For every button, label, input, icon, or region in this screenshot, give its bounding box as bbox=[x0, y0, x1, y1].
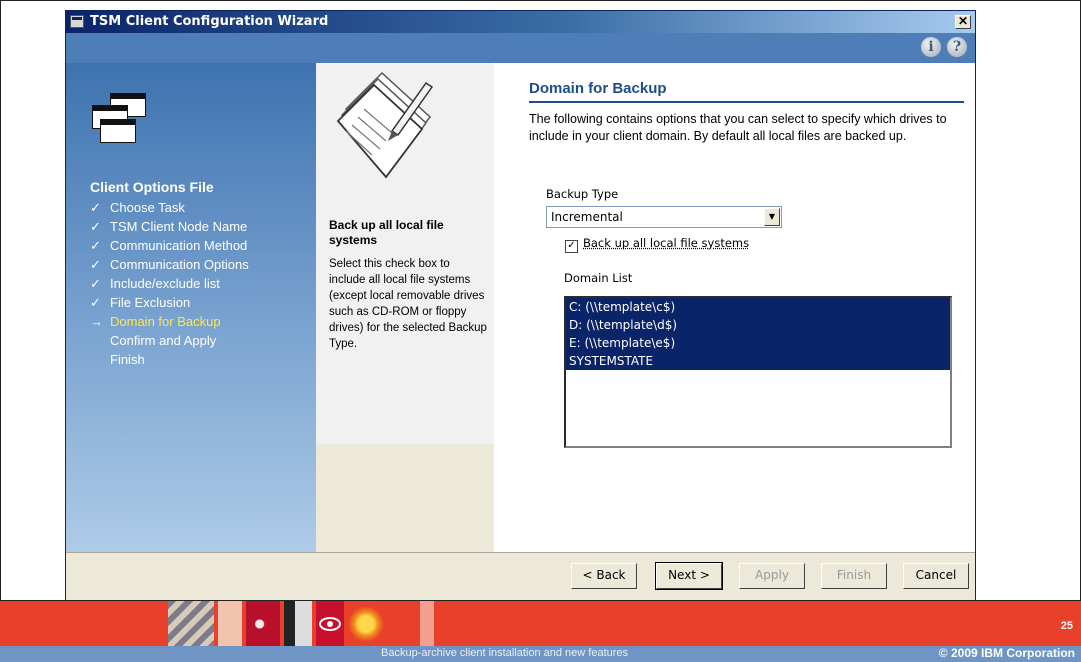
help-pane: Back up all local file systems Select th… bbox=[316, 63, 494, 444]
checkbox-label: Back up all local file systems bbox=[583, 236, 750, 250]
chevron-down-icon[interactable]: ▼ bbox=[764, 208, 780, 226]
footer-caption-bar: Backup-archive client installation and n… bbox=[0, 646, 1081, 662]
footer-image-tile bbox=[218, 601, 242, 647]
check-icon: ✓ bbox=[90, 295, 101, 310]
slide-number: 25 bbox=[1060, 620, 1073, 632]
checkbox-box[interactable]: ✓ bbox=[565, 240, 578, 253]
copyright: © 2009 IBM Corporation bbox=[938, 646, 1075, 660]
backup-type-value: Incremental bbox=[551, 210, 623, 224]
eye-icon bbox=[319, 617, 341, 631]
footer-band: 25 bbox=[0, 600, 1081, 647]
document-pencil-icon bbox=[336, 71, 434, 179]
title-divider bbox=[529, 101, 964, 103]
apply-button[interactable]: Apply bbox=[739, 563, 805, 589]
check-icon: ✓ bbox=[90, 238, 101, 253]
step-finish: Finish bbox=[110, 352, 145, 367]
check-icon: ✓ bbox=[90, 200, 101, 215]
step-communication-method: ✓ Communication Method bbox=[90, 238, 248, 253]
step-communication-options: ✓ Communication Options bbox=[90, 257, 249, 272]
intro-text: The following contains options that you … bbox=[529, 112, 947, 143]
backup-all-checkbox[interactable]: ✓ Back up all local file systems bbox=[565, 236, 749, 253]
list-item[interactable]: E: (\\template\e$) bbox=[566, 334, 950, 352]
step-node-name: ✓ TSM Client Node Name bbox=[90, 219, 248, 234]
footer-image-tile bbox=[348, 601, 384, 647]
check-icon: ✓ bbox=[90, 219, 101, 234]
help-body: Select this check box to include all loc… bbox=[329, 258, 487, 350]
step-choose-task: ✓ Choose Task bbox=[90, 200, 185, 215]
finish-button[interactable]: Finish bbox=[821, 563, 887, 589]
backup-type-label: Backup Type bbox=[546, 187, 619, 201]
info-icon[interactable]: i bbox=[921, 37, 941, 57]
arrow-right-icon: → bbox=[90, 314, 103, 329]
domain-list[interactable]: C: (\\template\c$) D: (\\template\d$) E:… bbox=[564, 296, 952, 448]
help-title: Back up all local file systems bbox=[329, 218, 444, 247]
footer-image-tile bbox=[168, 601, 214, 647]
steps-title: Client Options File bbox=[90, 179, 214, 195]
next-button[interactable]: Next > bbox=[655, 562, 723, 590]
steps-list: ✓ Choose Task ✓ TSM Client Node Name ✓ Comm… bbox=[90, 200, 249, 371]
list-item[interactable]: D: (\\template\d$) bbox=[566, 316, 950, 334]
main-panel: Domain for Backup The following contains… bbox=[494, 63, 975, 552]
page-title: Domain for Backup bbox=[529, 80, 667, 97]
footer-text: Backup-archive client installation and n… bbox=[381, 647, 629, 659]
close-button[interactable]: ✕ bbox=[955, 15, 971, 29]
cancel-button[interactable]: Cancel bbox=[903, 563, 969, 589]
app-icon bbox=[70, 15, 84, 28]
button-bar: < Back Next > Apply Finish Cancel bbox=[66, 552, 975, 602]
step-file-exclusion: ✓ File Exclusion bbox=[90, 295, 191, 310]
list-item[interactable]: C: (\\template\c$) bbox=[566, 298, 950, 316]
domain-list-label: Domain List bbox=[564, 271, 633, 285]
help-icon[interactable]: ? bbox=[947, 37, 967, 57]
title-bar: TSM Client Configuration Wizard ✕ bbox=[66, 11, 975, 33]
footer-image-tile bbox=[284, 601, 312, 647]
step-include-exclude: ✓ Include/exclude list bbox=[90, 276, 220, 291]
back-button[interactable]: < Back bbox=[571, 563, 637, 589]
window-title: TSM Client Configuration Wizard bbox=[90, 14, 329, 29]
footer-image-tile bbox=[316, 601, 344, 647]
steps-pane: Client Options File ✓ Choose Task ✓ TSM Cl… bbox=[66, 63, 316, 552]
step-confirm-apply: Confirm and Apply bbox=[110, 333, 217, 348]
footer-image-tile bbox=[246, 601, 280, 647]
check-icon: ✓ bbox=[90, 257, 101, 272]
wizard-window: TSM Client Configuration Wizard ✕ i ? Cl… bbox=[65, 10, 976, 602]
wizard-windows-icon bbox=[84, 93, 148, 153]
list-item[interactable]: SYSTEMSTATE bbox=[566, 352, 950, 370]
check-icon: ✓ bbox=[90, 276, 101, 291]
footer-image-tile bbox=[420, 601, 434, 647]
backup-type-select[interactable]: Incremental ▼ bbox=[546, 206, 782, 228]
header-strip: i ? bbox=[66, 33, 975, 63]
step-domain-for-backup: → Domain for Backup bbox=[90, 314, 221, 329]
